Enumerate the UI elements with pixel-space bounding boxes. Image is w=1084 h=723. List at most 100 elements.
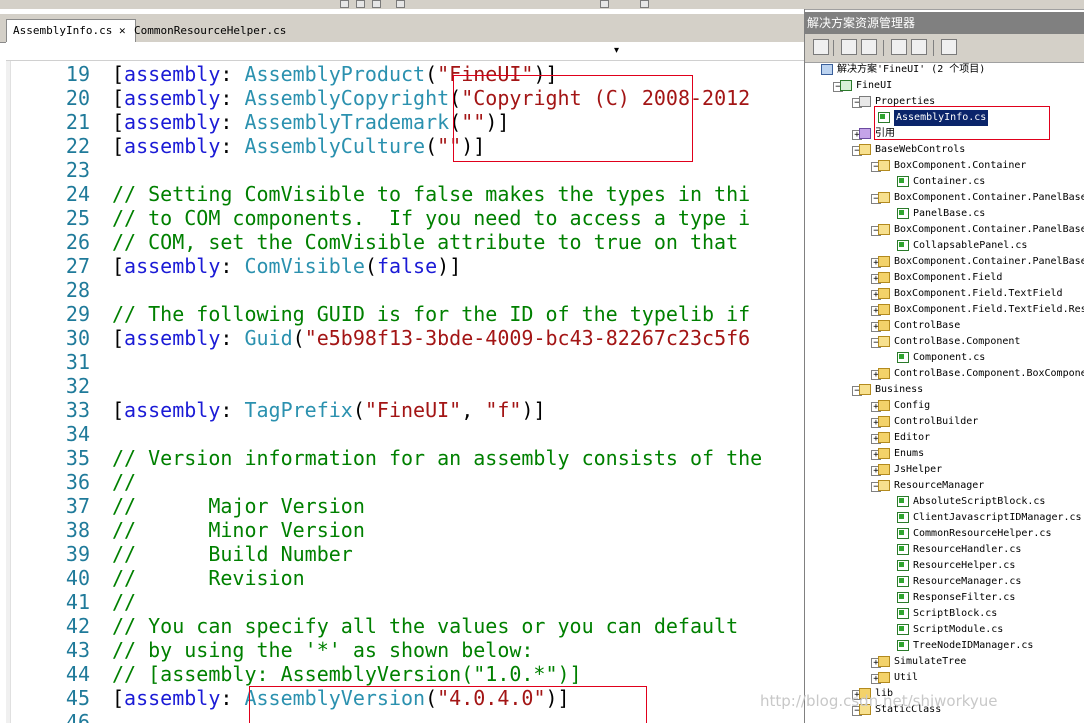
- tree-file[interactable]: ClientJavascriptIDManager.cs: [805, 510, 1084, 526]
- code-line[interactable]: 27 [assembly: ComVisible(false)]: [0, 254, 804, 278]
- tab-commonresourcehelper[interactable]: CommonResourceHelper.cs: [128, 20, 290, 41]
- toolbar-icon[interactable]: [640, 0, 649, 8]
- tree-file[interactable]: ResourceManager.cs: [805, 574, 1084, 590]
- tree-node-label: SimulateTree: [894, 656, 967, 667]
- toolbar-icon[interactable]: [396, 0, 405, 8]
- tree-node-label: ResourceManager: [894, 480, 985, 491]
- tree-folder[interactable]: + Enums: [805, 446, 1084, 462]
- code-editor[interactable]: AssemblyInfo.cs ✕ CommonResourceHelper.c…: [0, 9, 805, 723]
- code-line[interactable]: 38 // Minor Version: [0, 518, 804, 542]
- code-line[interactable]: 42 // You can specify all the values or y…: [0, 614, 804, 638]
- tree-folder[interactable]: − Business: [805, 382, 1084, 398]
- tree-file[interactable]: CommonResourceHelper.cs: [805, 526, 1084, 542]
- tree-folder[interactable]: − BaseWebControls: [805, 142, 1084, 158]
- tree-folder[interactable]: + Config: [805, 398, 1084, 414]
- code-line[interactable]: 33 [assembly: TagPrefix("FineUI", "f")]: [0, 398, 804, 422]
- tree-folder[interactable]: + BoxComponent.Container.PanelBase: [805, 254, 1084, 270]
- line-source: // Build Number: [112, 542, 353, 566]
- tree-file[interactable]: CollapsablePanel.cs: [805, 238, 1084, 254]
- tree-file[interactable]: Component.cs: [805, 350, 1084, 366]
- chevron-down-icon[interactable]: ▾: [614, 42, 619, 60]
- tree-folder[interactable]: − BoxComponent.Container.PanelBase: [805, 190, 1084, 206]
- code-line[interactable]: 34: [0, 422, 804, 446]
- line-source: // Setting ComVisible to false makes the…: [112, 182, 750, 206]
- tree-folder[interactable]: − ResourceManager: [805, 478, 1084, 494]
- code-line[interactable]: 30 [assembly: Guid("e5b98f13-3bde-4009-bc…: [0, 326, 804, 350]
- code-line[interactable]: 41 //: [0, 590, 804, 614]
- code-line[interactable]: 39 // Build Number: [0, 542, 804, 566]
- tree-folder[interactable]: + ControlBase: [805, 318, 1084, 334]
- tree-file[interactable]: AbsoluteScriptBlock.cs: [805, 494, 1084, 510]
- line-number: 29: [65, 302, 90, 326]
- tree-folder[interactable]: − ControlBase.Component: [805, 334, 1084, 350]
- csharp-file-icon: [897, 592, 909, 603]
- solution-tree[interactable]: 解决方案'FineUI' (2 个项目) − FineUI − Properties As…: [805, 62, 1084, 723]
- tree-folder[interactable]: + Editor: [805, 430, 1084, 446]
- tab-assemblyinfo[interactable]: AssemblyInfo.cs ✕: [6, 19, 136, 43]
- punctuation-token: [: [112, 110, 125, 134]
- line-number: 19: [65, 62, 90, 86]
- code-line[interactable]: 25 // to COM components. If you need to a…: [0, 206, 804, 230]
- toolbar-icon[interactable]: [340, 0, 349, 8]
- toolbar-separator: [933, 40, 934, 56]
- toolbar-icon[interactable]: [372, 0, 381, 8]
- properties-icon[interactable]: [813, 39, 829, 55]
- tree-file[interactable]: ResponseFilter.cs: [805, 590, 1084, 606]
- code-line[interactable]: 35 // Version information for an assembly…: [0, 446, 804, 470]
- code-area[interactable]: 19 [assembly: AssemblyProduct("FineUI")] 2…: [0, 62, 804, 723]
- tree-file[interactable]: ScriptBlock.cs: [805, 606, 1084, 622]
- tree-folder[interactable]: + SimulateTree: [805, 654, 1084, 670]
- type-token: ComVisible: [244, 254, 365, 278]
- code-line[interactable]: 43 // by using the '*' as shown below:: [0, 638, 804, 662]
- member-navigation-bar[interactable]: ▾: [6, 42, 804, 61]
- tree-folder[interactable]: + Util: [805, 670, 1084, 686]
- tree-node-label: Container.cs: [913, 176, 986, 187]
- toolbar-icon[interactable]: [356, 0, 365, 8]
- tree-folder[interactable]: + ControlBase.Component.BoxCompone: [805, 366, 1084, 382]
- code-line[interactable]: 32: [0, 374, 804, 398]
- code-line[interactable]: 44 // [assembly: AssemblyVersion("1.0.*")…: [0, 662, 804, 686]
- toolbar-icon[interactable]: [600, 0, 609, 8]
- tree-folder[interactable]: + BoxComponent.Field: [805, 270, 1084, 286]
- tree-folder[interactable]: − BoxComponent.Container: [805, 158, 1084, 174]
- tree-folder[interactable]: + BoxComponent.Field.TextField.Res: [805, 302, 1084, 318]
- tree-file[interactable]: ScriptModule.cs: [805, 622, 1084, 638]
- line-source: // [assembly: AssemblyVersion("1.0.*")]: [112, 662, 582, 686]
- tree-folder[interactable]: + ControlBuilder: [805, 414, 1084, 430]
- folder-icon: [878, 224, 890, 235]
- tree-file[interactable]: ResourceHelper.cs: [805, 558, 1084, 574]
- tree-node-label: PanelBase.cs: [913, 208, 986, 219]
- show-all-files-icon[interactable]: [841, 39, 857, 55]
- tree-folder[interactable]: + JsHelper: [805, 462, 1084, 478]
- tree-folder[interactable]: + BoxComponent.Field.TextField: [805, 286, 1084, 302]
- refresh-icon[interactable]: [861, 39, 877, 55]
- code-line[interactable]: 36 //: [0, 470, 804, 494]
- tree-node-label: ResponseFilter.cs: [913, 592, 1016, 603]
- tree-node-label: ControlBase.Component: [894, 336, 1021, 347]
- view-class-diagram-icon[interactable]: [911, 39, 927, 55]
- properties-folder-icon: [859, 96, 871, 107]
- tree-node[interactable]: 解决方案'FineUI' (2 个项目): [805, 62, 1084, 78]
- csharp-file-icon: [897, 560, 909, 571]
- code-line[interactable]: 26 // COM, set the ComVisible attribute t…: [0, 230, 804, 254]
- code-line[interactable]: 37 // Major Version: [0, 494, 804, 518]
- code-line[interactable]: 31: [0, 350, 804, 374]
- tree-node-label: BoxComponent.Container: [894, 160, 1027, 171]
- tree-file[interactable]: Container.cs: [805, 174, 1084, 190]
- tree-file[interactable]: PanelBase.cs: [805, 206, 1084, 222]
- tree-node-label: ResourceHelper.cs: [913, 560, 1016, 571]
- tree-file[interactable]: TreeNodeIDManager.cs: [805, 638, 1084, 654]
- tree-node[interactable]: + 引用: [805, 126, 1084, 142]
- close-icon[interactable]: ✕: [119, 20, 126, 41]
- code-line[interactable]: 28: [0, 278, 804, 302]
- code-line[interactable]: 40 // Revision: [0, 566, 804, 590]
- tree-file[interactable]: ResourceHandler.cs: [805, 542, 1084, 558]
- code-line[interactable]: 29 // The following GUID is for the ID of…: [0, 302, 804, 326]
- copy-website-icon[interactable]: [941, 39, 957, 55]
- tree-node-label: BoxComponent.Container.PanelBase: [894, 224, 1084, 235]
- code-line[interactable]: 24 // Setting ComVisible to false makes t…: [0, 182, 804, 206]
- tree-node[interactable]: − FineUI: [805, 78, 1084, 94]
- view-code-icon[interactable]: [891, 39, 907, 55]
- comment-token: //: [112, 470, 137, 494]
- tree-folder[interactable]: − BoxComponent.Container.PanelBase: [805, 222, 1084, 238]
